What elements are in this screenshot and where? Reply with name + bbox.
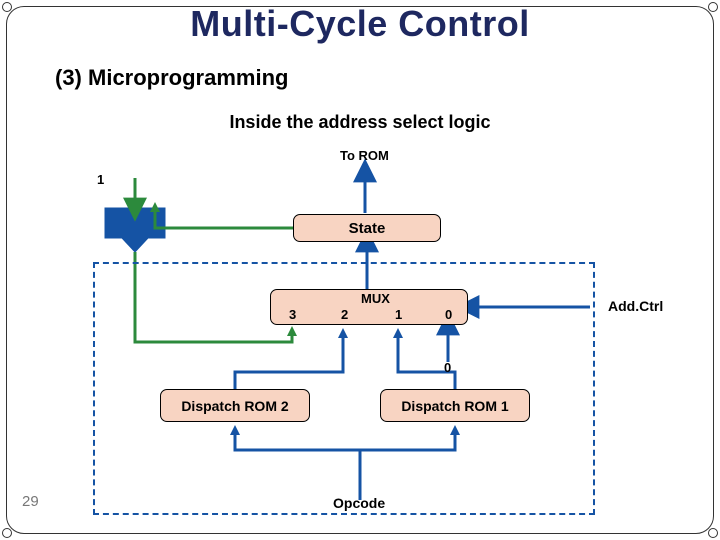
- mux-port-2: 2: [341, 307, 348, 322]
- label-one: 1: [97, 172, 104, 187]
- state-register-block: State: [293, 214, 441, 242]
- dispatch-rom-2-block: Dispatch ROM 2: [160, 389, 310, 422]
- mux-port-3: 3: [289, 307, 296, 322]
- mux-port-1: 1: [395, 307, 402, 322]
- mux-block: MUX 3 2 1 0: [270, 289, 468, 325]
- label-addctrl: Add.Ctrl: [608, 298, 663, 314]
- label-to-rom: To ROM: [340, 148, 389, 163]
- slide-number: 29: [22, 493, 39, 510]
- dispatch-rom-1-block: Dispatch ROM 1: [380, 389, 530, 422]
- label-opcode: Opcode: [333, 495, 385, 511]
- mux-port-0: 0: [445, 307, 452, 322]
- mux-title: MUX: [361, 291, 390, 306]
- label-zero: 0: [444, 360, 451, 375]
